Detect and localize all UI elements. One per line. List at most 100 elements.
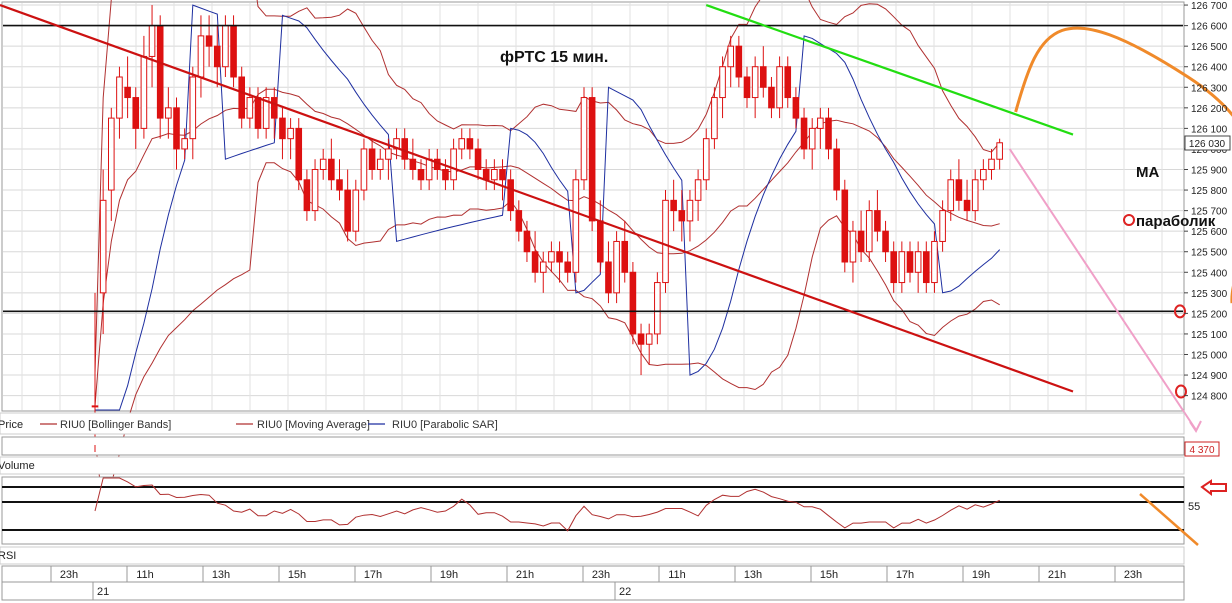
candle-down [238, 76, 245, 119]
candle-up [140, 55, 148, 129]
price-marker: 126 030 [1184, 135, 1231, 151]
hour-label: 11h [668, 569, 686, 581]
candle-down [597, 220, 604, 263]
candle-up [108, 117, 115, 191]
hour-label: 13h [212, 569, 230, 581]
candle-down [882, 230, 889, 253]
hour-label: 11h [136, 569, 154, 581]
y-tick-label: 125 300 [1191, 289, 1228, 300]
candle-down [230, 25, 237, 78]
candle-down [507, 179, 514, 212]
svg-text:4 370: 4 370 [1189, 445, 1214, 456]
candle-up [181, 138, 188, 150]
candle-down [760, 66, 767, 88]
y-tick-label: 125 600 [1191, 227, 1228, 238]
candle-up [751, 66, 759, 99]
candle-up [246, 97, 254, 119]
candle-up [360, 148, 368, 191]
y-tick-label: 125 500 [1191, 248, 1228, 259]
day-label: 22 [619, 586, 631, 598]
candle-up [849, 230, 857, 263]
candle-down [670, 199, 677, 212]
candle-up [865, 210, 873, 253]
candle-up [719, 66, 726, 99]
price-panel-label: Price [0, 419, 23, 431]
candle-down [523, 230, 531, 253]
candle-down [368, 148, 376, 170]
candle-down [442, 169, 449, 181]
candle-up [319, 158, 327, 171]
candle-down [124, 86, 131, 99]
y-tick-label: 124 800 [1191, 392, 1228, 403]
candle-up [376, 158, 384, 171]
candle-up [613, 240, 620, 294]
candle-up [189, 76, 197, 140]
candle-up [148, 25, 156, 57]
candle-down [303, 179, 311, 212]
hour-label: 15h [820, 569, 838, 581]
candle-up [458, 138, 466, 150]
hour-label: 21h [1048, 569, 1066, 581]
candle-down [328, 158, 335, 181]
hour-label: 23h [1124, 569, 1142, 581]
candle-up [686, 199, 694, 222]
candle-down [564, 261, 572, 273]
day-label: 21 [97, 586, 109, 598]
candle-up [694, 179, 702, 201]
candle-down [254, 97, 262, 129]
y-tick-label: 126 400 [1191, 63, 1228, 74]
candle-up [898, 251, 906, 284]
candle-up [548, 251, 555, 263]
candle-up [425, 158, 433, 181]
rsi-arrow-marker [1200, 479, 1227, 497]
candle-down [743, 76, 751, 99]
candle-down [955, 179, 963, 201]
candle-up [988, 158, 995, 171]
candle-down [678, 210, 686, 222]
candle-up [817, 117, 824, 129]
y-tick-label: 125 100 [1191, 330, 1228, 341]
candle-down [417, 169, 425, 181]
candle-down [474, 148, 482, 170]
price-y-axis: 126 700 126 600 126 500 126 400 126 300 126 2… [1184, 1, 1228, 403]
candle-down [833, 148, 840, 191]
candle-down [156, 25, 164, 119]
hour-label: 13h [744, 569, 762, 581]
candle-down [499, 169, 506, 181]
hour-label: 21h [516, 569, 534, 581]
y-tick-label: 125 800 [1191, 186, 1228, 197]
candle-up [352, 189, 360, 232]
y-tick-label: 124 900 [1191, 371, 1228, 382]
volume-panel [1, 436, 1185, 456]
candle-down [963, 199, 971, 212]
candle-up [116, 76, 123, 119]
candle-down [857, 230, 865, 253]
y-tick-label: 125 400 [1191, 268, 1228, 279]
y-tick-label: 125 200 [1191, 309, 1228, 320]
candle-down [132, 97, 140, 129]
candle-down [515, 210, 523, 232]
candle-down [825, 117, 832, 150]
volume-panel-label: Volume [0, 460, 35, 472]
candle-down [621, 240, 629, 273]
hour-label: 19h [972, 569, 990, 581]
rsi-panel-label: RSI [0, 550, 16, 562]
candle-down [792, 97, 800, 119]
y-tick-label: 125 900 [1191, 166, 1228, 177]
candle-down [482, 169, 490, 181]
y-tick-label: 125 000 [1191, 351, 1228, 362]
hour-label: 17h [896, 569, 914, 581]
candle-down [588, 97, 596, 222]
candle-up [385, 148, 392, 160]
candle-down [784, 66, 792, 99]
volume-marker: 4 370 [1184, 441, 1220, 457]
candle-up [702, 138, 710, 181]
annotation-ma: МА [1136, 164, 1159, 181]
candle-down [336, 179, 343, 191]
y-tick-label: 126 600 [1191, 22, 1228, 33]
candle-down [637, 333, 645, 345]
candle-down [344, 189, 351, 232]
candle-down [173, 107, 180, 150]
candle-down [906, 251, 914, 273]
candle-up [450, 148, 457, 181]
